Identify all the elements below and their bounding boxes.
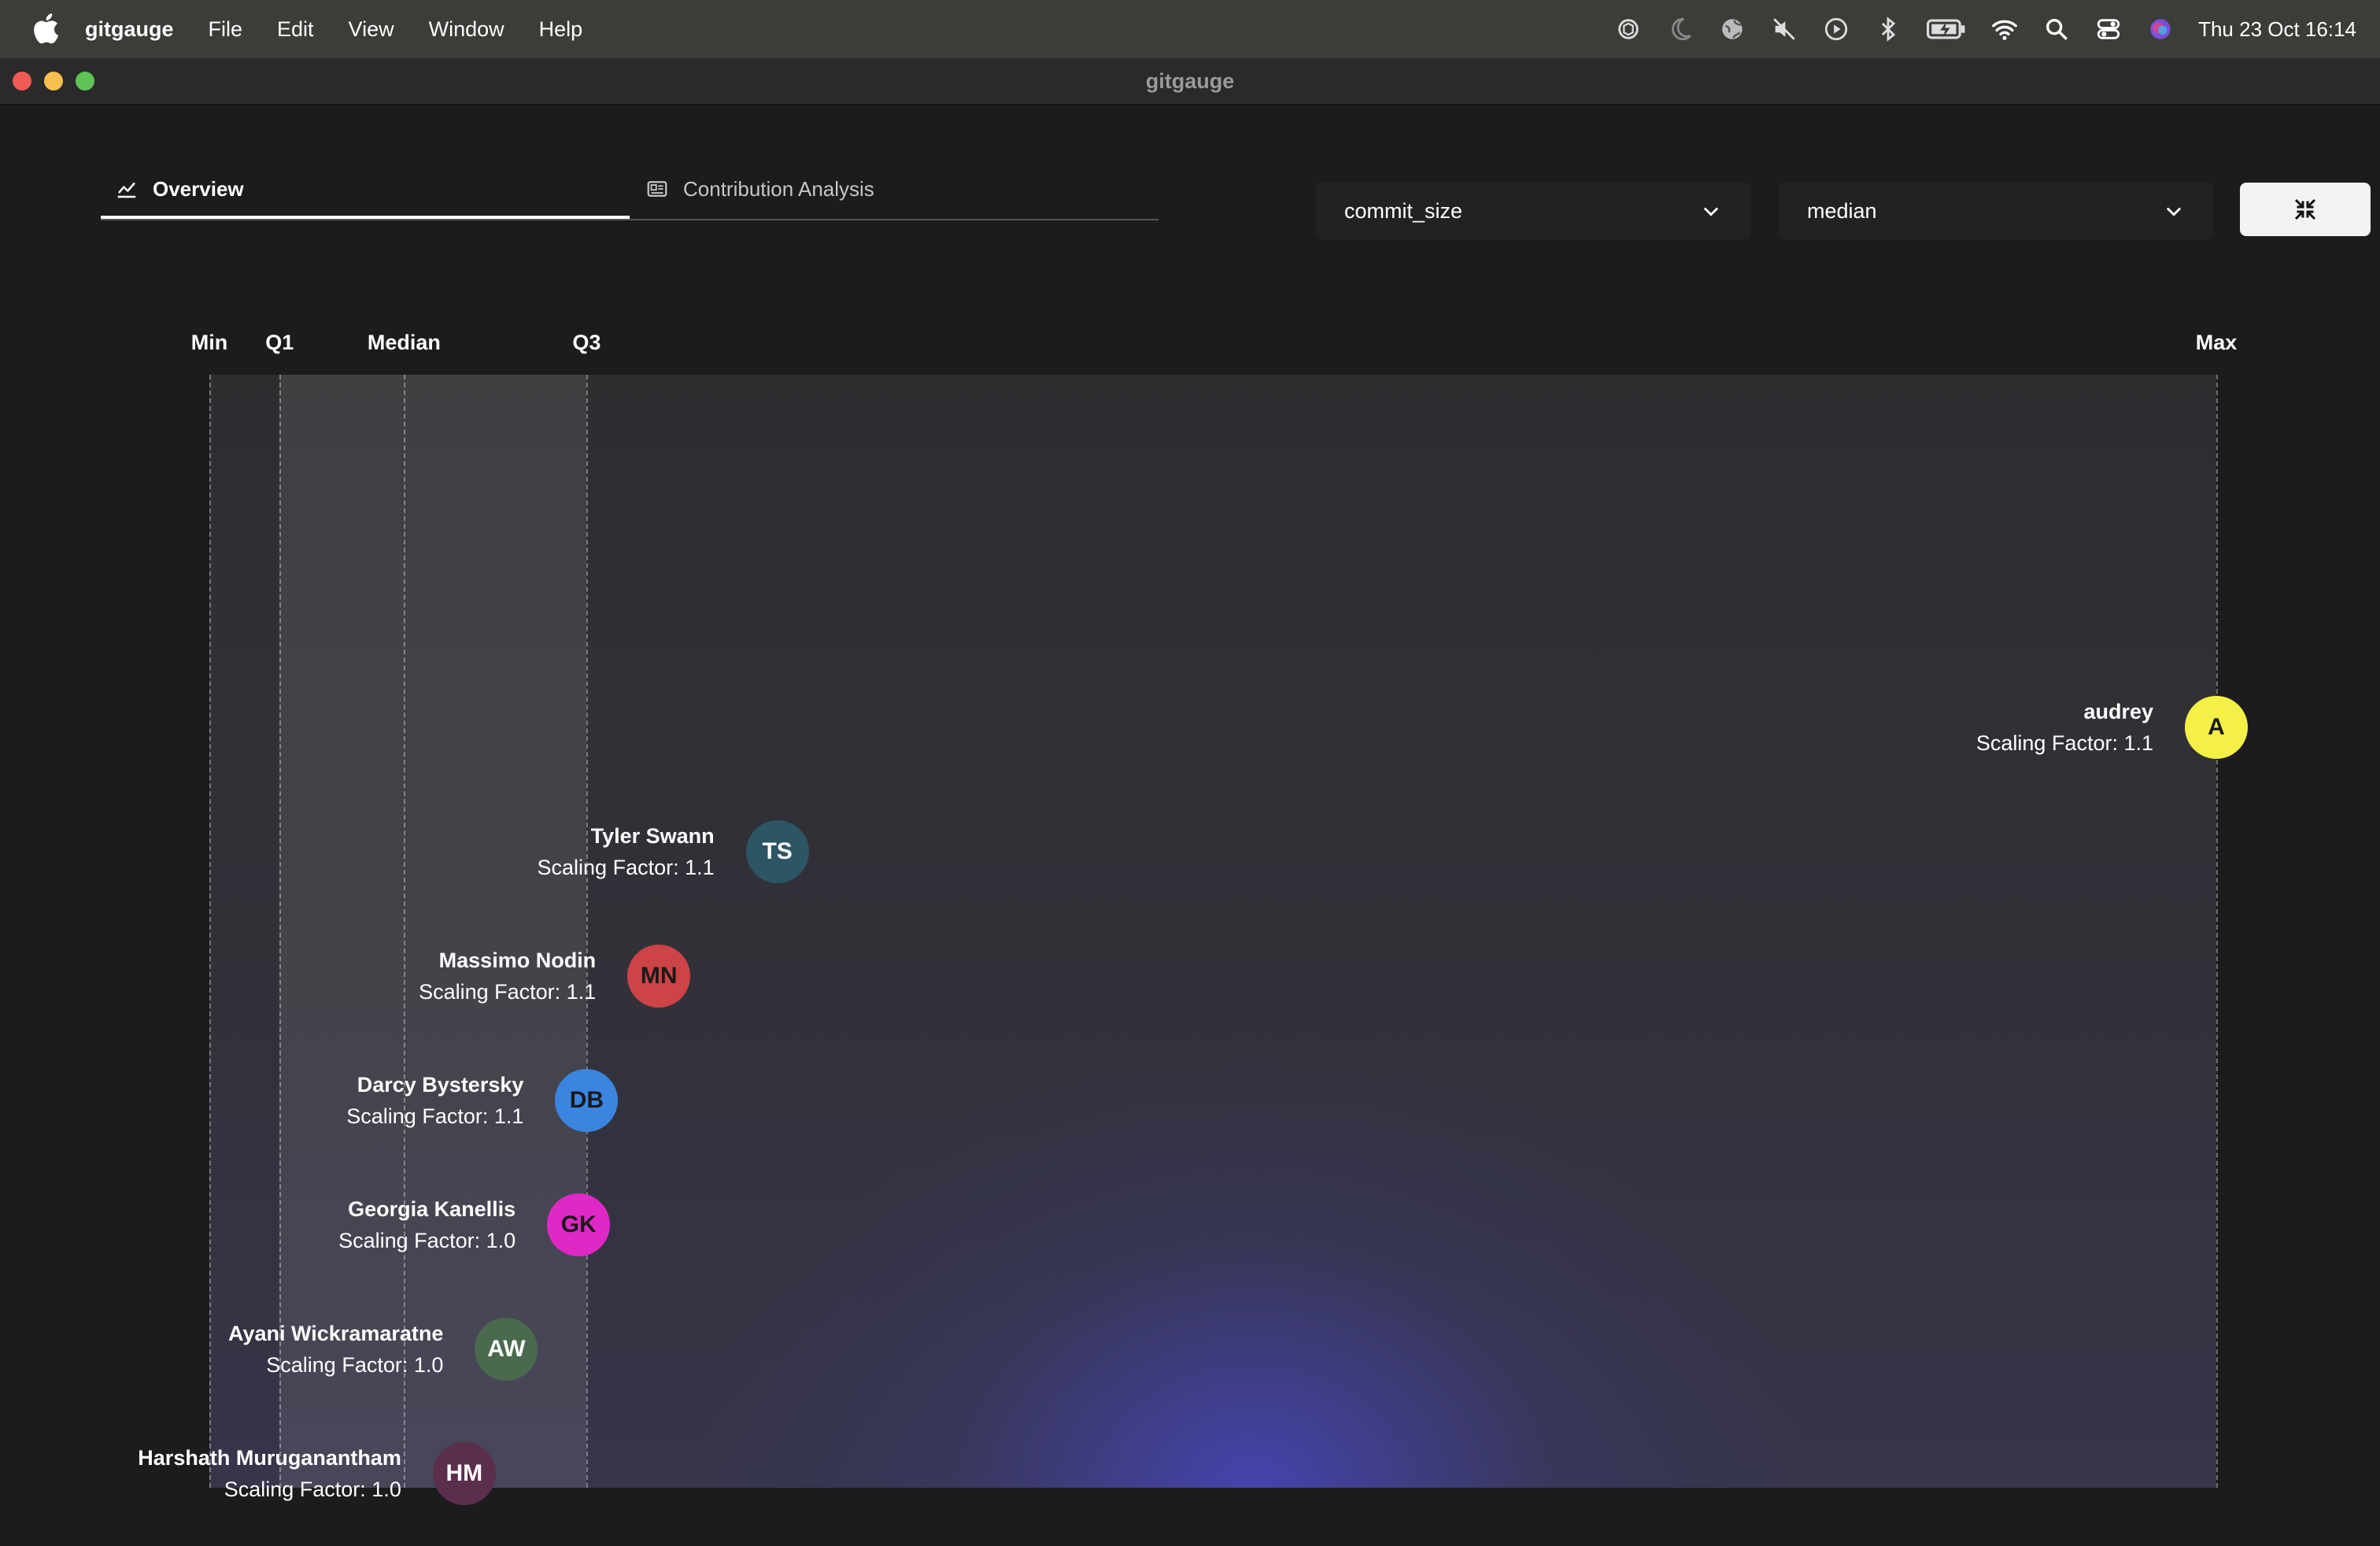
tab-bar: Overview Contribution Analysis <box>101 161 1159 220</box>
menu-bar: gitgauge File Edit View Window Help Thu … <box>0 0 2380 58</box>
contributor-avatar[interactable]: MN <box>627 945 691 1008</box>
metric-select-value: commit_size <box>1344 198 1463 223</box>
contributor-label: Harshath Muruganantham Scaling Factor: 1.… <box>138 1442 401 1505</box>
statistic-select-value: median <box>1807 198 1877 223</box>
contributor-avatar[interactable]: TS <box>745 820 809 883</box>
window-title: gitgauge <box>1145 69 1235 93</box>
contributor-name: Ayani Wickramaratne <box>228 1322 444 1345</box>
chevron-down-icon <box>2166 207 2182 216</box>
tab-contribution-analysis-label: Contribution Analysis <box>683 176 874 201</box>
apple-logo-icon[interactable] <box>30 11 60 46</box>
contributor-avatar[interactable]: HM <box>432 1442 496 1505</box>
siri-icon[interactable] <box>2146 15 2175 43</box>
globe-icon[interactable] <box>1718 15 1746 43</box>
contributor-scaling-factor: Scaling Factor: 1.1 <box>1975 731 2153 755</box>
contributor-avatar[interactable]: GK <box>547 1193 611 1256</box>
contributor-avatar[interactable]: AW <box>475 1318 538 1381</box>
tab-overview-label: Overview <box>153 176 244 201</box>
collapse-arrows-icon <box>2294 198 2316 220</box>
chart-line-icon <box>117 182 136 198</box>
contributor-scaling-factor: Scaling Factor: 1.0 <box>338 1229 516 1252</box>
contributor-label: audrey Scaling Factor: 1.1 <box>1976 696 2153 759</box>
battery-charging-icon[interactable] <box>1926 15 1967 43</box>
metric-select[interactable]: commit_size <box>1316 183 1750 239</box>
active-tab-indicator <box>101 216 630 219</box>
menu-app-name[interactable]: gitgauge <box>85 17 174 42</box>
contributor-name: Massimo Nodin <box>438 949 597 972</box>
stat-line-min <box>209 375 211 1488</box>
axis-label-max: Max <box>2195 331 2238 354</box>
contribution-plot: Min Q1 Median Q3 Max Aaudrey Scaling Factor: … <box>0 315 2380 1505</box>
search-icon[interactable] <box>2042 15 2071 43</box>
contributor-scaling-factor: Scaling Factor: 1.1 <box>346 1104 524 1128</box>
contributor-name: audrey <box>2083 700 2153 723</box>
contributor-avatar[interactable]: DB <box>555 1069 619 1132</box>
menu-window[interactable]: Window <box>429 17 504 42</box>
axis-label-median: Median <box>367 331 441 354</box>
stat-line-max <box>2216 375 2218 1488</box>
bluetooth-icon[interactable] <box>1874 15 1902 43</box>
id-card-icon <box>647 181 667 197</box>
contributor-label: Darcy Bystersky Scaling Factor: 1.1 <box>346 1069 523 1132</box>
axis-label-q3: Q3 <box>572 331 601 354</box>
menu-edit[interactable]: Edit <box>277 17 314 42</box>
collapse-view-button[interactable] <box>2240 183 2371 236</box>
contributor-scaling-factor: Scaling Factor: 1.1 <box>419 980 597 1004</box>
contributor-name: Tyler Swann <box>590 824 715 848</box>
contributor-label: Georgia Kanellis Scaling Factor: 1.0 <box>338 1193 516 1256</box>
focus-moon-icon[interactable] <box>1666 15 1694 43</box>
wifi-icon[interactable] <box>1990 15 2019 43</box>
contributor-scaling-factor: Scaling Factor: 1.0 <box>266 1353 444 1377</box>
play-circle-icon[interactable] <box>1822 15 1850 43</box>
contributor-label: Tyler Swann Scaling Factor: 1.1 <box>538 820 715 883</box>
statistic-select[interactable]: median <box>1779 183 2213 239</box>
window-titlebar: gitgauge <box>0 58 2380 105</box>
contributor-name: Darcy Bystersky <box>357 1073 524 1097</box>
axis-label-min: Min <box>190 331 228 354</box>
speaker-muted-icon[interactable] <box>1770 15 1798 43</box>
contributor-avatar[interactable]: A <box>2185 696 2248 759</box>
chevron-down-icon <box>1703 207 1719 216</box>
contributor-scaling-factor: Scaling Factor: 1.0 <box>224 1478 401 1501</box>
tab-contribution-analysis[interactable]: Contribution Analysis <box>645 161 874 217</box>
axis-label-q1: Q1 <box>265 331 294 354</box>
contributor-name: Harshath Muruganantham <box>138 1446 401 1470</box>
contributor-name: Georgia Kanellis <box>348 1197 516 1221</box>
menu-clock[interactable]: Thu 23 Oct 16:14 <box>2198 17 2356 42</box>
contributor-scaling-factor: Scaling Factor: 1.1 <box>537 856 715 879</box>
chatgpt-icon[interactable] <box>1614 15 1643 43</box>
stat-line-q3 <box>586 375 589 1488</box>
menu-file[interactable]: File <box>209 17 243 42</box>
menu-view[interactable]: View <box>349 17 394 42</box>
contributor-label: Ayani Wickramaratne Scaling Factor: 1.0 <box>228 1318 443 1381</box>
tab-overview[interactable]: Overview <box>115 161 244 217</box>
contributor-label: Massimo Nodin Scaling Factor: 1.1 <box>419 945 596 1008</box>
menu-help[interactable]: Help <box>539 17 583 42</box>
control-center-icon[interactable] <box>2094 15 2123 43</box>
